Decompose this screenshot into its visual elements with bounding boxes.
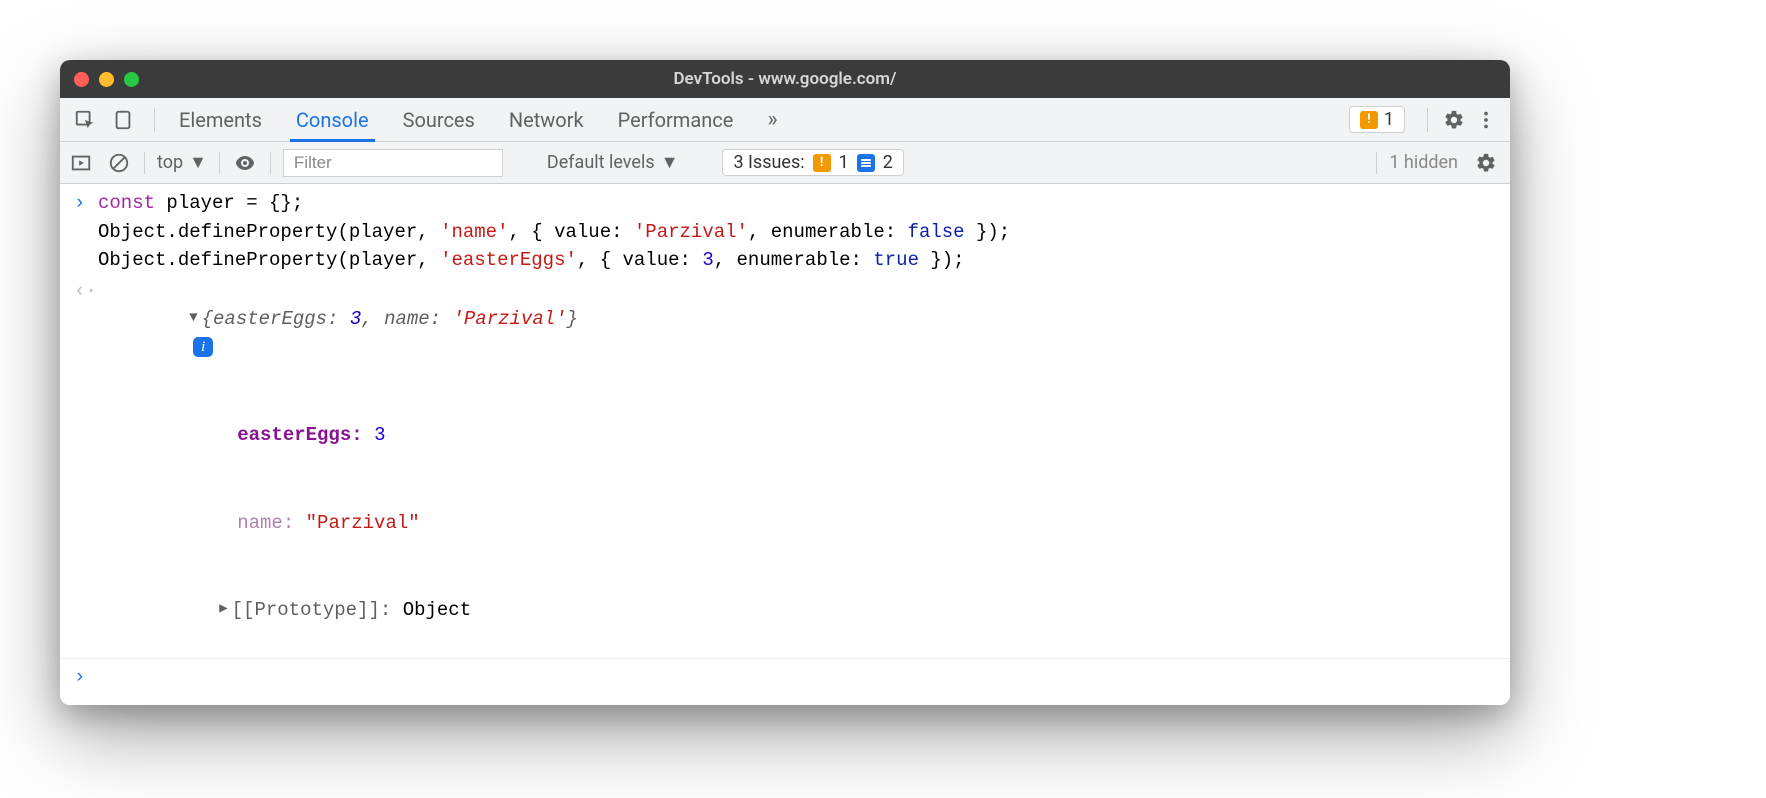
warning-count: 1 xyxy=(1384,109,1394,130)
info-badge-icon[interactable]: i xyxy=(193,337,213,357)
hidden-messages-label[interactable]: 1 hidden xyxy=(1389,152,1458,173)
titlebar: DevTools - www.google.com/ xyxy=(60,60,1510,98)
tabs: Elements Console Sources Network Perform… xyxy=(179,98,778,141)
device-toggle-icon[interactable] xyxy=(106,103,140,137)
live-expression-icon[interactable] xyxy=(232,150,258,176)
console-sidebar-toggle-icon[interactable] xyxy=(68,150,94,176)
expand-toggle-icon[interactable]: ▼ xyxy=(189,308,197,329)
devtools-window: DevTools - www.google.com/ Elements Cons… xyxy=(60,60,1510,705)
levels-label: Default levels xyxy=(547,152,655,173)
inspect-element-icon[interactable] xyxy=(68,103,102,137)
divider xyxy=(144,152,145,174)
console-output-row: ‹· ▼{easterEggs: 3, name: 'Parzival'} i xyxy=(60,276,1510,392)
issues-summary[interactable]: 3 Issues: 1 2 xyxy=(722,149,903,176)
tab-sources[interactable]: Sources xyxy=(403,98,475,141)
window-title: DevTools - www.google.com/ xyxy=(60,69,1510,89)
console-empty-prompt[interactable]: › xyxy=(60,658,1510,693)
tab-performance[interactable]: Performance xyxy=(618,98,734,141)
issues-label: 3 Issues: xyxy=(733,152,804,173)
filter-input[interactable] xyxy=(283,149,503,177)
minimize-window-button[interactable] xyxy=(99,72,114,87)
tab-network[interactable]: Network xyxy=(509,98,584,141)
tab-console[interactable]: Console xyxy=(296,98,369,141)
console-input-code[interactable]: const player = {}; Object.defineProperty… xyxy=(98,189,1496,275)
execution-context-selector[interactable]: top ▼ xyxy=(157,152,207,173)
zoom-window-button[interactable] xyxy=(124,72,139,87)
clear-console-icon[interactable] xyxy=(106,150,132,176)
chevron-down-icon: ▼ xyxy=(189,152,207,173)
log-levels-selector[interactable]: Default levels ▼ xyxy=(547,152,679,173)
warning-icon xyxy=(813,154,831,172)
prototype-line[interactable]: ▶[[Prototype]]: Object xyxy=(98,568,1496,654)
warning-icon xyxy=(1360,111,1378,129)
divider xyxy=(270,152,271,174)
more-tabs-icon[interactable]: » xyxy=(767,107,777,132)
divider xyxy=(219,152,220,174)
divider xyxy=(1376,152,1377,174)
console-input-row: › const player = {}; Object.defineProper… xyxy=(60,188,1510,276)
issues-warn-count: 1 xyxy=(839,152,849,173)
object-property-row: name: "Parzival" xyxy=(60,479,1510,567)
output-marker-icon: ‹· xyxy=(74,277,98,306)
object-prototype-row: ▶[[Prototype]]: Object xyxy=(60,567,1510,655)
divider xyxy=(1427,108,1428,132)
scope-label: top xyxy=(157,152,183,173)
issues-info-count: 2 xyxy=(883,152,893,173)
object-property-row: easterEggs: 3 xyxy=(60,392,1510,480)
kebab-menu-icon[interactable] xyxy=(1470,104,1502,136)
console-body: › const player = {}; Object.defineProper… xyxy=(60,184,1510,705)
input-prompt-icon: › xyxy=(74,189,98,218)
settings-icon[interactable] xyxy=(1438,104,1470,136)
close-window-button[interactable] xyxy=(74,72,89,87)
tab-elements[interactable]: Elements xyxy=(179,98,262,141)
tabstrip: Elements Console Sources Network Perform… xyxy=(60,98,1510,142)
expand-toggle-icon[interactable]: ▶ xyxy=(219,599,227,620)
object-preview[interactable]: ▼{easterEggs: 3, name: 'Parzival'} i xyxy=(98,277,1496,391)
issues-badge[interactable]: 1 xyxy=(1349,106,1405,133)
console-settings-icon[interactable] xyxy=(1470,147,1502,179)
chevron-down-icon: ▼ xyxy=(661,152,679,173)
window-controls xyxy=(74,72,139,87)
prop-name[interactable]: name: "Parzival" xyxy=(98,480,1496,566)
prop-easterEggs[interactable]: easterEggs: 3 xyxy=(98,393,1496,479)
info-icon xyxy=(857,154,875,172)
console-toolbar: top ▼ Default levels ▼ 3 Issues: 1 2 1 h… xyxy=(60,142,1510,184)
input-prompt-icon: › xyxy=(74,663,98,692)
divider xyxy=(154,108,155,132)
